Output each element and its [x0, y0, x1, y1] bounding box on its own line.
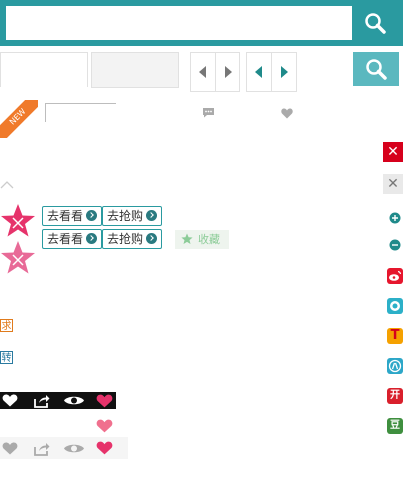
close-button-red[interactable]: ✕ — [383, 142, 403, 162]
close-button-gray[interactable]: ✕ — [383, 174, 403, 194]
tab-active[interactable] — [0, 52, 88, 87]
tab-inactive[interactable] — [91, 52, 179, 88]
search-input[interactable] — [6, 6, 352, 40]
kaixin-label: 开 — [390, 390, 400, 401]
arrow-left-icon — [199, 66, 206, 78]
renren-share-icon[interactable] — [387, 358, 403, 374]
action-bar-dark — [0, 392, 116, 409]
view-button[interactable]: 去看看 — [42, 206, 103, 226]
eye-icon[interactable] — [63, 442, 85, 455]
arrow-right-icon — [225, 66, 232, 78]
heart-icon[interactable] — [281, 108, 293, 119]
arrow-right-circle-icon — [86, 210, 98, 221]
view-button-label: 去看看 — [47, 232, 84, 246]
prev-button-gray[interactable] — [191, 53, 215, 91]
buy-button[interactable]: 去抢购 — [102, 229, 163, 249]
next-button-teal[interactable] — [271, 53, 296, 91]
close-icon: ✕ — [387, 144, 399, 160]
heart-icon[interactable] — [2, 394, 18, 407]
repost-tag[interactable]: 转 — [0, 351, 13, 364]
plus-circle-icon[interactable] — [389, 212, 401, 224]
search-bar — [0, 0, 403, 46]
minus-circle-icon[interactable] — [389, 239, 401, 251]
heart-liked-icon[interactable] — [96, 419, 113, 433]
comment-icon[interactable] — [202, 107, 215, 118]
star-badge-active[interactable] — [0, 203, 36, 238]
search-icon — [366, 59, 387, 80]
favorite-label: 收藏 — [198, 233, 220, 246]
pager-gray — [190, 52, 240, 92]
search-button[interactable] — [354, 6, 398, 40]
heart-filled-icon[interactable] — [96, 394, 113, 408]
arrow-left-icon — [255, 66, 262, 78]
star-badge-light[interactable] — [0, 240, 36, 275]
request-tag-label: 求 — [1, 321, 12, 332]
buy-button-label: 去抢购 — [107, 209, 144, 223]
arrow-right-icon — [281, 66, 288, 78]
qzone-share-icon[interactable] — [387, 298, 403, 314]
weibo-share-icon[interactable] — [387, 268, 403, 284]
heart-icon[interactable] — [2, 442, 18, 455]
buy-button-label: 去抢购 — [107, 232, 144, 246]
heart-filled-icon[interactable] — [96, 441, 113, 455]
favorite-button[interactable]: 收藏 — [175, 230, 229, 249]
eye-icon[interactable] — [63, 394, 85, 407]
star-icon — [181, 233, 193, 244]
qzone-icon — [390, 301, 400, 311]
weibo-icon — [389, 270, 402, 281]
search-button-light[interactable] — [353, 52, 399, 86]
buy-button[interactable]: 去抢购 — [102, 206, 163, 226]
renren-icon — [388, 359, 402, 373]
arrow-right-circle-icon — [146, 233, 158, 244]
tqq-label: T — [390, 328, 400, 343]
kaixin-share-icon[interactable]: 开 — [387, 388, 403, 404]
douban-label: 豆 — [390, 420, 400, 431]
next-button-gray[interactable] — [215, 53, 240, 91]
prev-button-teal[interactable] — [247, 53, 271, 91]
search-icon — [365, 13, 386, 34]
share-icon[interactable] — [34, 393, 50, 408]
view-button[interactable]: 去看看 — [42, 229, 103, 249]
action-bar-light — [0, 437, 128, 459]
new-label: NEW — [0, 100, 38, 138]
view-button-label: 去看看 — [47, 209, 84, 223]
pager-teal — [246, 52, 297, 92]
share-icon[interactable] — [34, 441, 50, 456]
arrow-right-circle-icon — [86, 233, 98, 244]
arrow-right-circle-icon — [146, 210, 158, 221]
small-input-box[interactable] — [45, 103, 116, 122]
new-ribbon: NEW — [0, 100, 38, 138]
close-icon: ✕ — [387, 176, 399, 192]
repost-tag-label: 转 — [1, 353, 12, 364]
douban-share-icon[interactable]: 豆 — [387, 418, 403, 434]
tqq-share-icon[interactable]: T — [387, 328, 403, 344]
request-tag[interactable]: 求 — [0, 319, 13, 332]
chevron-up-icon[interactable] — [0, 180, 14, 190]
